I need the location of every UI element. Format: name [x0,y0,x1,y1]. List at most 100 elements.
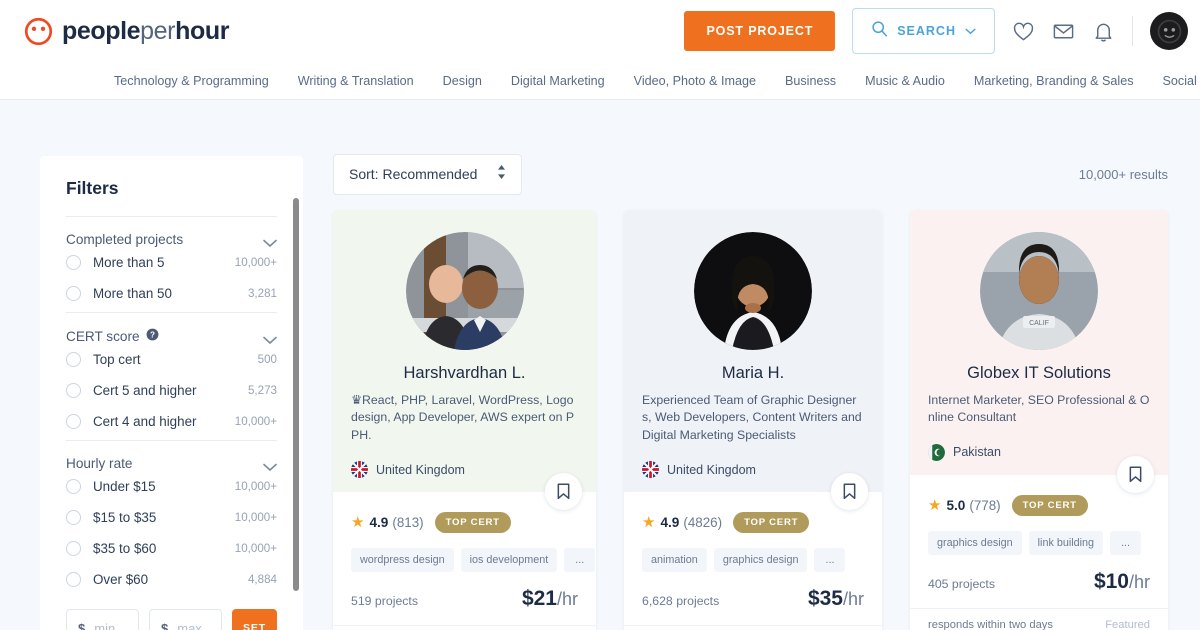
filter-option[interactable]: $35 to $60 10,000+ [66,533,277,564]
filter-option[interactable]: More than 5 10,000+ [66,247,277,278]
skill-tag[interactable]: graphics design [928,531,1022,555]
skill-tag[interactable]: animation [642,548,707,572]
rating-row: ★ 4.9 (813) TOP CERT [351,512,578,533]
freelancer-card[interactable]: Harshvardhan L. ♛React, PHP, Laravel, Wo… [333,210,596,630]
filter-group-header[interactable]: Hourly rate [66,456,277,471]
filter-group-completed-projects: Completed projects More than 5 10,000+ M… [66,217,277,312]
card-body: ★ 4.9 (4826) TOP CERT animation graphics… [624,492,882,625]
filter-option[interactable]: More than 50 3,281 [66,278,277,309]
search-icon [871,20,888,42]
location-name: United Kingdom [667,463,756,477]
search-button[interactable]: SEARCH [852,8,995,54]
bookmark-icon[interactable] [1117,456,1154,493]
logo-wordmark: peopleperhour [62,17,229,46]
skill-tag[interactable]: ios development [461,548,558,572]
sort-updown-icon [497,165,506,184]
chevron-down-icon [263,459,277,468]
nav-item-0[interactable]: Technology & Programming [114,74,269,88]
heart-icon[interactable] [1012,20,1035,43]
min-rate-input[interactable] [94,621,127,630]
freelancer-name: Harshvardhan L. [351,364,578,383]
category-nav: Technology & Programming Writing & Trans… [0,62,1200,100]
nav-item-6[interactable]: Music & Audio [865,74,945,88]
header-actions: POST PROJECT SEARCH [684,8,1176,54]
filter-group-title: Completed projects [66,232,183,247]
filter-option-count: 4,884 [248,573,277,586]
bell-icon[interactable] [1092,20,1115,43]
envelope-icon[interactable] [1052,20,1075,43]
filter-option-count: 10,000+ [235,480,277,493]
radio-icon [66,510,81,525]
filter-group-cert-score: CERT score ? [66,313,277,440]
filter-option[interactable]: Over $60 4,884 [66,564,277,595]
skill-tag[interactable]: graphics design [714,548,808,572]
nav-item-3[interactable]: Digital Marketing [511,74,605,88]
sort-dropdown[interactable]: Sort: Recommended [333,154,522,195]
freelancer-avatar [694,232,812,350]
star-icon: ★ [351,515,364,530]
results-panel: Sort: Recommended 10,000+ results [333,156,1168,630]
freelancer-description: ♛React, PHP, Laravel, WordPress, Logo de… [351,392,578,444]
freelancer-avatar: CALIF [980,232,1098,350]
filter-option-count: 3,281 [248,287,277,300]
freelancer-location: United Kingdom [642,461,864,478]
max-rate-field[interactable]: $ [149,609,222,630]
freelancer-card[interactable]: CALIF Globex IT Solutions Internet Marke… [910,210,1168,630]
post-project-button[interactable]: POST PROJECT [684,11,835,51]
freelancer-location: United Kingdom [351,461,578,478]
projects-count: 6,628 projects [642,594,719,608]
nav-item-4[interactable]: Video, Photo & Image [634,74,756,88]
filter-option[interactable]: Top cert 500 [66,344,277,375]
card-footer: responds within a few hours Featured [624,625,882,630]
radio-icon [66,414,81,429]
chevron-down-icon [263,235,277,244]
site-logo[interactable]: peopleperhour [24,17,229,46]
hourly-price: $10/hr [1094,570,1150,594]
skill-tag[interactable]: wordpress design [351,548,454,572]
help-icon[interactable]: ? [146,328,159,344]
filter-option[interactable]: Under $15 10,000+ [66,471,277,502]
status-badge: TOP CERT [733,512,809,533]
skill-tag-more[interactable]: ... [1110,531,1141,555]
review-count: (778) [969,498,1000,513]
max-rate-input[interactable] [177,621,210,630]
freelancer-card[interactable]: Maria H. Experienced Team of Graphic Des… [624,210,882,630]
price-unit: /hr [1129,572,1150,592]
peopleperhour-logo-icon [24,17,53,46]
filter-option[interactable]: Cert 5 and higher 5,273 [66,375,277,406]
nav-item-8[interactable]: Social Media [1163,74,1200,88]
user-avatar-icon[interactable] [1150,12,1188,50]
hourly-price: $35/hr [808,587,864,611]
filter-option-count: 10,000+ [235,415,277,428]
filter-group-header[interactable]: Completed projects [66,232,277,247]
price-unit: /hr [843,589,864,609]
chevron-down-icon [965,22,976,40]
filter-option-count: 500 [258,353,277,366]
currency-symbol: $ [161,621,168,630]
scrollbar-thumb[interactable] [293,198,299,591]
page-root: peopleperhour POST PROJECT SEARCH [0,0,1200,630]
filter-group-header[interactable]: CERT score ? [66,328,277,344]
svg-text:CALIF: CALIF [1029,320,1049,327]
rating-value: 4.9 [660,515,679,530]
skill-tags: wordpress design ios development ... [351,548,578,572]
nav-item-5[interactable]: Business [785,74,836,88]
freelancer-location: Pakistan [928,444,1150,461]
sidebar-scrollbar[interactable] [293,198,299,598]
set-rate-button[interactable]: SET [232,609,277,630]
star-icon: ★ [642,515,655,530]
nav-item-7[interactable]: Marketing, Branding & Sales [974,74,1134,88]
filter-option[interactable]: Cert 4 and higher 10,000+ [66,406,277,437]
freelancer-name: Globex IT Solutions [928,364,1150,383]
filter-option[interactable]: $15 to $35 10,000+ [66,502,277,533]
rating-row: ★ 4.9 (4826) TOP CERT [642,512,864,533]
skill-tag-more[interactable]: ... [814,548,845,572]
skill-tag[interactable]: link building [1029,531,1103,555]
filter-option-label: More than 50 [93,286,172,301]
nav-item-2[interactable]: Design [443,74,482,88]
nav-item-1[interactable]: Writing & Translation [298,74,414,88]
response-time: responds within two days [928,619,1053,630]
min-rate-field[interactable]: $ [66,609,139,630]
svg-text:?: ? [150,330,155,339]
skill-tag-more[interactable]: ... [564,548,595,572]
